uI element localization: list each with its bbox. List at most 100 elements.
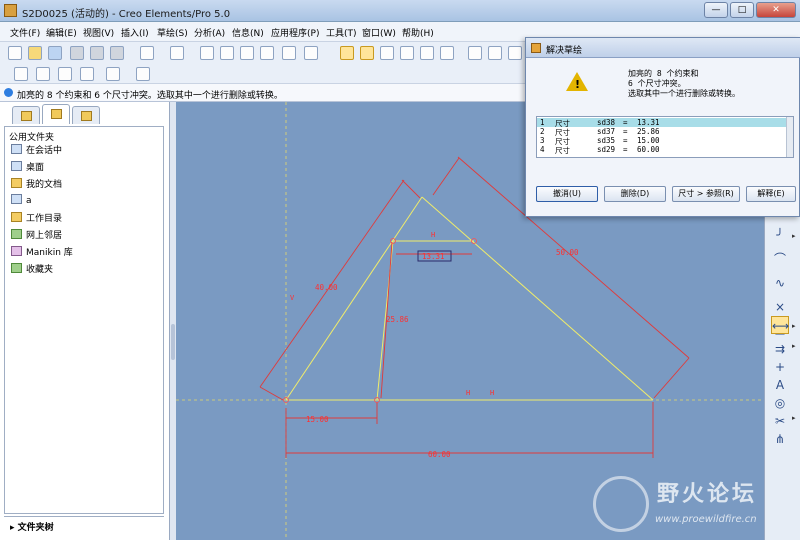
- dim-15-label[interactable]: 15.00: [306, 415, 329, 424]
- constraint-h-2[interactable]: H: [490, 389, 494, 397]
- dimension-display-icon[interactable]: [360, 46, 374, 60]
- sketch-analysis-icon[interactable]: [106, 67, 120, 81]
- select-box-icon[interactable]: [304, 46, 318, 60]
- cut-icon[interactable]: [200, 46, 214, 60]
- dim-to-ref-button[interactable]: 尺寸 > 参照(R): [672, 186, 740, 202]
- menu-help[interactable]: 帮助(H): [402, 26, 434, 39]
- conflict-row[interactable]: 4 尺寸 sd29 = 60.00: [537, 145, 789, 155]
- zoom-out-icon[interactable]: [420, 46, 434, 60]
- paste-icon[interactable]: [240, 46, 254, 60]
- point-tool-icon[interactable]: ×: [771, 298, 789, 316]
- fillet-tool-icon[interactable]: ⌒: [771, 250, 789, 268]
- dimensions-icon[interactable]: [80, 67, 94, 81]
- constraint-display-icon[interactable]: [380, 46, 394, 60]
- save-icon[interactable]: [48, 46, 62, 60]
- dimension-tool-icon[interactable]: ⟷: [771, 316, 789, 334]
- view-icon[interactable]: [468, 46, 482, 60]
- minimize-button[interactable]: —: [704, 2, 728, 18]
- zoom-in-icon[interactable]: [400, 46, 414, 60]
- conflict-row[interactable]: 1 尺寸 sd38 = 13.31: [537, 118, 789, 128]
- conflict-list-scrollbar[interactable]: [786, 117, 793, 157]
- menu-sketch[interactable]: 草绘(S): [157, 26, 188, 39]
- saved-views-icon[interactable]: [508, 46, 522, 60]
- orient-icon[interactable]: [488, 46, 502, 60]
- vertex-display-icon[interactable]: [36, 67, 50, 81]
- open-file-icon[interactable]: [28, 46, 42, 60]
- chevron-right-icon[interactable]: ▸: [792, 232, 796, 240]
- modify-tool-icon[interactable]: ⇉: [771, 340, 789, 358]
- paste-special-icon[interactable]: [260, 46, 274, 60]
- undo-button[interactable]: 撤消(U): [536, 186, 598, 202]
- dim-2586-label[interactable]: 25.86: [386, 315, 409, 324]
- folder-my-documents[interactable]: 我的文档: [11, 177, 62, 191]
- dim-50-ext-bottom[interactable]: [653, 357, 690, 399]
- menu-insert[interactable]: 插入(I): [121, 26, 149, 39]
- constraint-h-top[interactable]: H: [431, 231, 435, 239]
- navigator-panel: 公用文件夹 在会话中 桌面 我的文档 a 工作目录 网上邻居 Manikin 库…: [0, 102, 170, 540]
- dim-50-label[interactable]: 50.00: [556, 248, 579, 257]
- dim-40-ext-bottom[interactable]: [259, 386, 284, 401]
- folder-list: 公用文件夹 在会话中 桌面 我的文档 a 工作目录 网上邻居 Manikin 库…: [4, 126, 164, 514]
- palette-tool-icon[interactable]: ◎: [771, 394, 789, 412]
- delete-button[interactable]: 删除(D): [604, 186, 666, 202]
- arc-tool-icon[interactable]: ╯: [771, 226, 789, 244]
- folder-a[interactable]: a: [11, 194, 32, 208]
- mirror-tool-icon[interactable]: ⋔: [771, 430, 789, 448]
- tab-folder-browser[interactable]: [42, 104, 70, 124]
- dim-50-ext-top[interactable]: [432, 157, 460, 196]
- chevron-right-icon[interactable]: ▸: [792, 414, 796, 422]
- refit-icon[interactable]: [440, 46, 454, 60]
- constraints-icon[interactable]: [58, 67, 72, 81]
- explain-button[interactable]: 解释(E): [746, 186, 796, 202]
- redo-icon[interactable]: [170, 46, 184, 60]
- folder-favorites[interactable]: 收藏夹: [11, 262, 53, 276]
- chevron-right-icon[interactable]: ▸: [792, 322, 796, 330]
- folder-tree-toggle[interactable]: ▸ 文件夹树: [4, 516, 164, 534]
- menu-view[interactable]: 视图(V): [83, 26, 114, 39]
- send-mail-icon[interactable]: [90, 46, 104, 60]
- new-file-icon[interactable]: [8, 46, 22, 60]
- maximize-button[interactable]: □: [730, 2, 754, 18]
- menu-tools[interactable]: 工具(T): [326, 26, 357, 39]
- conflict-list[interactable]: 1 尺寸 sd38 = 13.31 2 尺寸 sd37 = 25.86 3 尺寸…: [536, 116, 794, 158]
- undo-icon[interactable]: [140, 46, 154, 60]
- regenerate-icon[interactable]: [282, 46, 296, 60]
- folder-in-session[interactable]: 在会话中: [11, 143, 62, 157]
- menu-info[interactable]: 信息(N): [232, 26, 264, 39]
- text-tool-icon[interactable]: A: [771, 376, 789, 394]
- menu-analysis[interactable]: 分析(A): [194, 26, 225, 39]
- folder-desktop[interactable]: 桌面: [11, 160, 44, 174]
- constraint-v-left[interactable]: V: [290, 294, 295, 302]
- send-link-icon[interactable]: [110, 46, 124, 60]
- dim-1331-label[interactable]: 13.31: [422, 252, 445, 261]
- sketch-view-icon[interactable]: [340, 46, 354, 60]
- tab-model-tree[interactable]: [12, 106, 40, 124]
- dim-40-ext-top[interactable]: [401, 179, 421, 199]
- trim-tool-icon[interactable]: ✂: [771, 412, 789, 430]
- tab-favorites[interactable]: [72, 106, 100, 124]
- constraint-tool-icon[interactable]: +: [771, 358, 789, 376]
- grid-display-icon[interactable]: [14, 67, 28, 81]
- chevron-right-icon[interactable]: ▸: [792, 342, 796, 350]
- dim-60-label[interactable]: 60.00: [428, 450, 451, 459]
- copy-icon[interactable]: [220, 46, 234, 60]
- folder-manikin-library[interactable]: Manikin 库: [11, 245, 73, 259]
- dialog-message-line: 选取其中一个进行删除或转换。: [628, 89, 740, 98]
- menu-applications[interactable]: 应用程序(P): [271, 26, 319, 39]
- splitter-grip[interactable]: [171, 324, 175, 360]
- left-side-line[interactable]: [285, 196, 423, 401]
- folder-network[interactable]: 网上邻居: [11, 228, 62, 242]
- conflict-row[interactable]: 3 尺寸 sd35 = 15.00: [537, 136, 789, 146]
- right-side-line[interactable]: [421, 196, 654, 401]
- spline-tool-icon[interactable]: ∿: [771, 274, 789, 292]
- menu-edit[interactable]: 编辑(E): [46, 26, 77, 39]
- whats-this-help-icon[interactable]: [136, 67, 150, 81]
- print-icon[interactable]: [70, 46, 84, 60]
- conflict-row[interactable]: 2 尺寸 sd37 = 25.86: [537, 127, 789, 137]
- constraint-h-1[interactable]: H: [466, 389, 470, 397]
- menu-file[interactable]: 文件(F): [10, 26, 40, 39]
- folder-working-directory[interactable]: 工作目录: [11, 211, 62, 225]
- dim-40-label[interactable]: 40.00: [315, 283, 338, 292]
- menu-window[interactable]: 窗口(W): [362, 26, 396, 39]
- close-button[interactable]: ✕: [756, 2, 796, 18]
